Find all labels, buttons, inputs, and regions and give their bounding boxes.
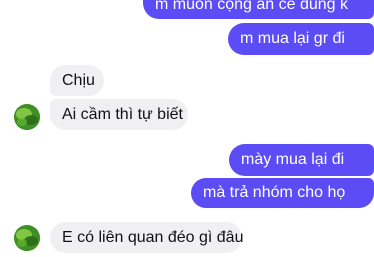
message-text: m muốn cộng ăn cé đúng k	[155, 0, 349, 13]
message-text: Ai cầm thì tự biết	[62, 105, 183, 123]
message-incoming[interactable]: Ai cầm thì tự biết	[50, 99, 188, 130]
message-incoming[interactable]: Chịu	[50, 65, 104, 96]
message-outgoing[interactable]: m muốn cộng ăn cé đúng k	[143, 0, 374, 19]
message-outgoing[interactable]: m mua lại gr đi	[228, 23, 374, 55]
message-text: m mua lại gr đi	[240, 30, 345, 47]
message-text: E có liên quan đéo gì đâu	[62, 228, 244, 246]
message-outgoing[interactable]: mà trả nhóm cho họ	[191, 178, 374, 208]
contact-avatar[interactable]	[14, 225, 40, 251]
message-incoming[interactable]: E có liên quan đéo gì đâu	[50, 222, 244, 253]
message-text: mày mua lại đi	[241, 151, 345, 168]
message-text: mà trả nhóm cho họ	[203, 184, 346, 201]
chat-thread: m muốn cộng ăn cé đúng k m mua lại gr đi…	[0, 0, 374, 257]
leaf-avatar-icon	[14, 104, 40, 130]
message-text: Chịu	[62, 71, 95, 89]
leaf-avatar-icon	[14, 225, 40, 251]
message-outgoing[interactable]: mày mua lại đi	[229, 144, 374, 176]
contact-avatar[interactable]	[14, 104, 40, 130]
